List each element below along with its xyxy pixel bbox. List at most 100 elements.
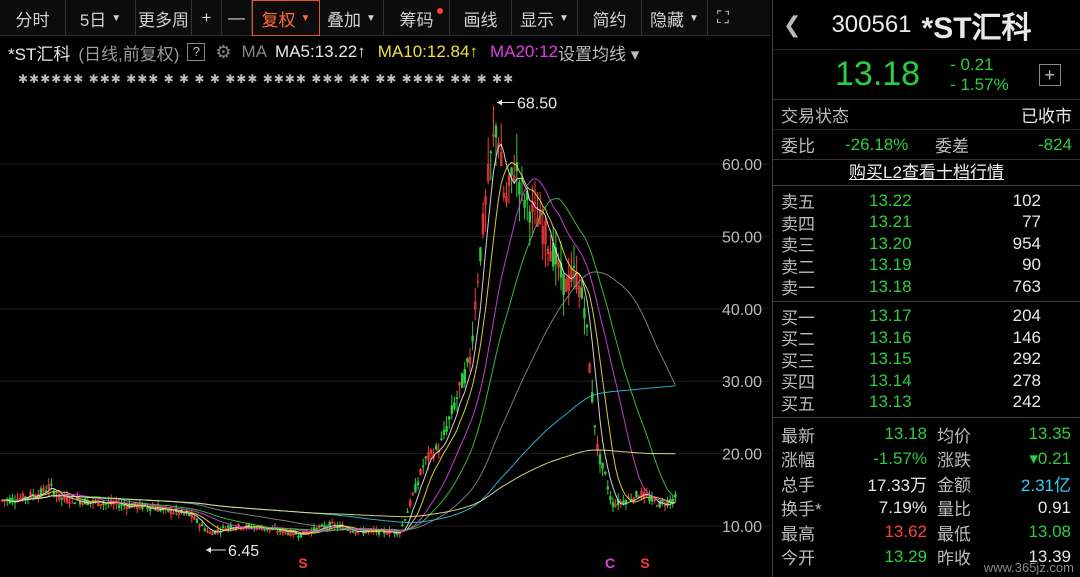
candle-body <box>585 324 589 328</box>
tab-5day[interactable]: 5日 ▼ <box>66 0 136 36</box>
candle-body <box>528 211 532 223</box>
y-tick-label: 10.00 <box>722 519 762 536</box>
candle-body <box>434 445 438 450</box>
bid-row[interactable]: 买三 13.15 292 <box>773 349 1080 371</box>
candle-body <box>494 125 498 138</box>
stat-value: 13.18 <box>884 424 927 444</box>
stat-value: -1.57% <box>873 448 927 468</box>
candle-body <box>551 242 555 267</box>
chips-button[interactable]: 筹码 <box>384 0 450 36</box>
bid-row[interactable]: 买四 13.14 278 <box>773 370 1080 393</box>
candle-body <box>609 496 612 501</box>
ask-price: 13.18 <box>869 276 912 296</box>
bid-row[interactable]: 买一 13.17 204 <box>773 306 1080 328</box>
candle-body <box>227 525 230 528</box>
candle-body <box>598 454 602 465</box>
bid-price: 13.17 <box>869 306 912 326</box>
fullscreen-button[interactable]: ⛶ <box>708 0 738 36</box>
gear-icon[interactable]: ⚙ <box>215 42 231 63</box>
minus-icon: — <box>228 8 245 27</box>
display-label: 显示 <box>520 10 555 30</box>
bid-row[interactable]: 买二 13.16 146 <box>773 327 1080 350</box>
event-marker[interactable]: S <box>298 555 307 571</box>
ask-price: 13.22 <box>869 190 912 210</box>
candlestick-chart[interactable]: 60.00 50.00 40.00 30.00 20.00 10.00 68.50 6.45 S… <box>0 88 770 577</box>
y-tick-label: 40.00 <box>722 302 762 319</box>
candle-body <box>221 526 225 528</box>
adjust-price-button[interactable]: 复权 ▼ <box>252 0 320 36</box>
ask-price: 13.21 <box>869 212 912 232</box>
ask-row[interactable]: 卖三 13.20 954 <box>773 233 1080 256</box>
candle-body <box>606 486 610 490</box>
quote-panel: ❮ 300561 *ST汇科 13.18 - 0.21 - 1.57% + 交易… <box>772 0 1080 577</box>
ma5-value: MA5:13.22↑ <box>275 42 366 61</box>
info-mine-strip[interactable]: ✱✱✱✱✱✱ ✱✱✱ ✱✱✱ ✱ ✱ ✱ ✱ ✱✱✱ ✱✱✱✱ ✱✱✱ ✱✱ ✱… <box>18 72 514 86</box>
trade-status-row: 交易状态 已收市 <box>773 100 1080 130</box>
candle-body <box>466 358 469 363</box>
notification-dot <box>437 8 443 14</box>
set-ma-button[interactable]: 设置均线 ▾ <box>558 40 639 65</box>
ask-level-label: 卖一 <box>781 279 815 299</box>
bid-price: 13.13 <box>869 392 912 412</box>
price-change-pct: - 1.57% <box>950 74 1009 94</box>
candle-body <box>445 426 448 432</box>
candle-body <box>601 462 604 469</box>
ask-row[interactable]: 卖五 13.22 102 <box>773 190 1080 213</box>
stat-row: 涨幅 -1.57% 涨跌 ▾0.21 <box>773 447 1080 472</box>
chevron-left-icon[interactable]: ❮ <box>783 12 801 38</box>
candle-body <box>442 429 446 436</box>
ma10-line <box>2 161 676 534</box>
ask-row[interactable]: 卖二 13.19 90 <box>773 255 1080 277</box>
chart-stock-name: *ST汇科 <box>8 44 71 64</box>
ma10-value: MA10:12.84↑ <box>377 42 478 61</box>
last-price: 13.18 <box>835 55 921 93</box>
tab-5day-label: 5日 <box>79 10 107 30</box>
trade-status-value: 已收市 <box>1021 107 1072 126</box>
stat-value: 7.19% <box>878 497 927 517</box>
fullscreen-icon: ⛶ <box>717 8 729 27</box>
bid-price: 13.16 <box>869 327 912 347</box>
ask-price: 13.20 <box>869 233 912 253</box>
bid-price: 13.14 <box>869 370 912 390</box>
zoom-in-button[interactable]: + <box>192 0 222 36</box>
ma20-value: MA20:12 <box>489 42 558 61</box>
stat-value: 13.62 <box>884 522 927 542</box>
chevron-down-icon: ▼ <box>559 12 569 24</box>
ask-row[interactable]: 卖四 13.21 77 <box>773 212 1080 234</box>
candle-body <box>294 532 297 535</box>
display-button[interactable]: 显示 ▼ <box>512 0 578 36</box>
candle-body <box>463 369 466 384</box>
arrow-left-icon <box>206 547 211 553</box>
hide-label: 隐藏 <box>650 10 685 30</box>
help-icon[interactable]: ? <box>187 43 206 61</box>
simple-label: 简约 <box>592 10 627 30</box>
event-marker[interactable]: S <box>640 555 649 571</box>
ask-volume: 90 <box>1022 255 1041 275</box>
candle-body <box>60 497 64 500</box>
candle-body <box>73 502 77 505</box>
bid-row[interactable]: 买五 13.13 242 <box>773 392 1080 414</box>
zoom-out-button[interactable]: — <box>222 0 252 36</box>
buy-l2-link[interactable]: 购买L2查看十档行情 <box>773 160 1080 186</box>
candle-body <box>455 397 459 399</box>
candle-body <box>661 500 664 503</box>
hide-button[interactable]: 隐藏 ▼ <box>642 0 708 36</box>
ask-row[interactable]: 卖一 13.18 763 <box>773 276 1080 299</box>
tab-intraday[interactable]: 分时 <box>0 0 66 36</box>
price-row: 13.18 - 0.21 - 1.57% + <box>773 50 1080 100</box>
event-marker[interactable]: C <box>605 555 615 571</box>
tab-more-periods[interactable]: 更多周 <box>136 0 192 36</box>
candle-body <box>424 456 427 459</box>
ask-volume: 763 <box>1012 276 1041 296</box>
simple-button[interactable]: 简约 <box>578 0 642 36</box>
stock-code: 300561 <box>831 10 912 38</box>
high-price-label: 68.50 <box>517 95 557 112</box>
overlay-button[interactable]: 叠加 ▼ <box>320 0 384 36</box>
candle-body <box>263 528 266 531</box>
add-watchlist-button[interactable]: + <box>1038 63 1061 86</box>
candle-body <box>450 405 453 414</box>
y-tick-label: 50.00 <box>722 229 762 246</box>
draw-line-button[interactable]: 画线 <box>450 0 512 36</box>
stat-value-2: 0.91 <box>1037 497 1071 517</box>
adjust-price-label: 复权 <box>261 10 296 30</box>
